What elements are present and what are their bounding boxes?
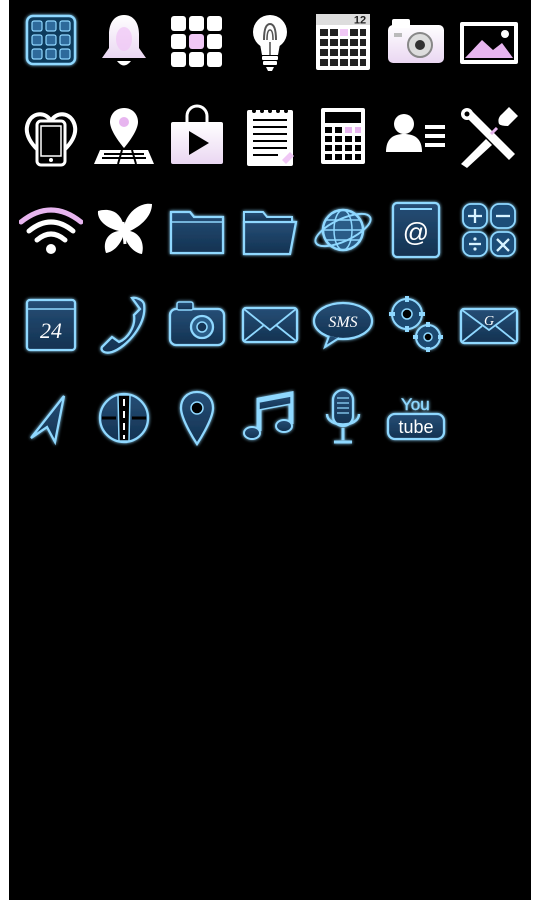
calculator-buttons-cell[interactable] xyxy=(452,196,525,290)
heart-phone-icon[interactable] xyxy=(19,104,83,168)
music-note-cell[interactable] xyxy=(233,384,306,478)
notepad-icon[interactable] xyxy=(238,104,302,168)
empty-cell xyxy=(452,384,525,478)
location-pin-icon[interactable] xyxy=(165,386,229,450)
sms-cell[interactable]: SMS xyxy=(306,290,379,384)
sms-label: SMS xyxy=(328,314,357,331)
wifi-cell[interactable] xyxy=(14,196,87,290)
gallery-icon[interactable] xyxy=(457,10,521,74)
right-frame xyxy=(531,0,540,900)
contacts-icon[interactable] xyxy=(384,104,448,168)
wifi-icon[interactable] xyxy=(18,198,83,262)
youtube-tube-text: tube xyxy=(398,417,433,437)
globe-cell[interactable] xyxy=(306,196,379,290)
lightbulb-cell[interactable] xyxy=(233,8,306,102)
navigation-cell[interactable] xyxy=(14,384,87,478)
phone-icon[interactable] xyxy=(92,292,156,356)
music-note-icon[interactable] xyxy=(238,386,302,450)
camera-neon-cell[interactable] xyxy=(160,290,233,384)
folder-cell[interactable] xyxy=(160,196,233,290)
gallery-cell[interactable] xyxy=(452,8,525,102)
road-globe-cell[interactable] xyxy=(87,384,160,478)
calendar-24-number: 24 xyxy=(40,318,62,343)
youtube-icon[interactable]: You tube xyxy=(384,386,448,450)
notepad-cell[interactable] xyxy=(233,102,306,196)
youtube-you-text: You xyxy=(401,395,430,414)
apps-grid-cell[interactable] xyxy=(14,8,87,102)
phone-cell[interactable] xyxy=(87,290,160,384)
email-at-sign: @ xyxy=(402,217,428,247)
microphone-icon[interactable] xyxy=(311,386,375,450)
road-globe-icon[interactable] xyxy=(92,386,156,450)
microphone-cell[interactable] xyxy=(306,384,379,478)
email-cell[interactable]: @ xyxy=(379,196,452,290)
location-pin-cell[interactable] xyxy=(160,384,233,478)
email-icon[interactable]: @ xyxy=(384,198,448,262)
calculator-icon[interactable] xyxy=(311,104,375,168)
camera-icon[interactable] xyxy=(384,10,448,74)
icon-pack-screen: 12 @ 24 SMS G You tube xyxy=(0,0,540,900)
calendar-cell[interactable]: 12 xyxy=(306,8,379,102)
calendar-date: 12 xyxy=(353,15,365,27)
butterfly-cell[interactable] xyxy=(87,196,160,290)
calendar-24-icon[interactable]: 24 xyxy=(19,292,83,356)
settings-cell[interactable] xyxy=(379,290,452,384)
map-pin-cell[interactable] xyxy=(87,102,160,196)
tools-icon[interactable] xyxy=(457,104,521,168)
dots-grid-icon[interactable] xyxy=(165,10,229,74)
gmail-letter: G xyxy=(483,314,493,329)
gmail-cell[interactable]: G xyxy=(452,290,525,384)
icon-grid: 12 @ 24 SMS G You tube xyxy=(14,8,526,478)
mail-cell[interactable] xyxy=(233,290,306,384)
calculator-cell[interactable] xyxy=(306,102,379,196)
camera-cell[interactable] xyxy=(379,8,452,102)
youtube-cell[interactable]: You tube xyxy=(379,384,452,478)
calculator-buttons-icon[interactable] xyxy=(457,198,521,262)
map-pin-icon[interactable] xyxy=(92,104,156,168)
gmail-icon[interactable]: G xyxy=(457,292,521,356)
left-frame xyxy=(0,0,9,900)
sms-icon[interactable]: SMS xyxy=(311,292,375,356)
folder-open-icon[interactable] xyxy=(238,198,302,262)
globe-icon[interactable] xyxy=(311,198,375,262)
camera-icon[interactable] xyxy=(165,292,229,356)
dots-grid-cell[interactable] xyxy=(160,8,233,102)
calendar-24-cell[interactable]: 24 xyxy=(14,290,87,384)
folder-icon[interactable] xyxy=(165,198,229,262)
tools-cell[interactable] xyxy=(452,102,525,196)
lightbulb-icon[interactable] xyxy=(238,10,302,74)
contacts-cell[interactable] xyxy=(379,102,452,196)
heart-phone-cell[interactable] xyxy=(14,102,87,196)
apps-grid-icon[interactable] xyxy=(19,10,83,74)
folder-open-cell[interactable] xyxy=(233,196,306,290)
calendar-icon[interactable]: 12 xyxy=(311,10,375,74)
bell-cell[interactable] xyxy=(87,8,160,102)
navigation-icon[interactable] xyxy=(19,386,83,450)
bell-icon[interactable] xyxy=(92,10,156,74)
settings-icon[interactable] xyxy=(384,292,448,356)
butterfly-icon[interactable] xyxy=(92,198,156,262)
play-store-icon[interactable] xyxy=(165,104,229,168)
play-store-cell[interactable] xyxy=(160,102,233,196)
mail-icon[interactable] xyxy=(238,292,302,356)
